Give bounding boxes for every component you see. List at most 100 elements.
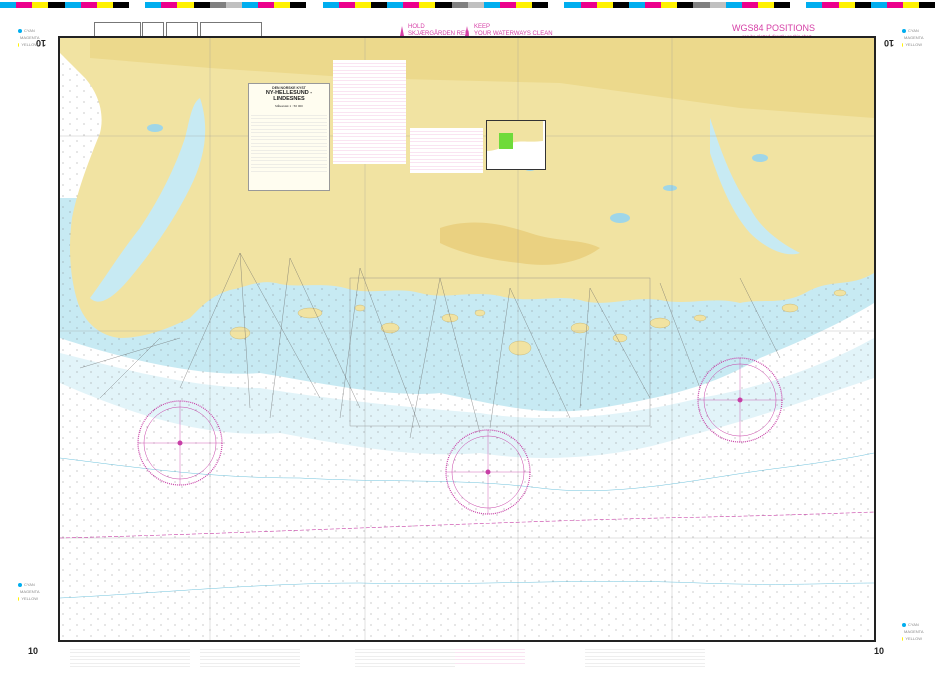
color-swatch [241, 2, 258, 8]
color-swatch [532, 2, 549, 8]
color-swatch [886, 2, 903, 8]
color-key-left: CYAN MAGENTA YELLOW [18, 28, 40, 49]
color-swatch [564, 2, 581, 8]
sheet-number-bottom-right: 10 [874, 646, 885, 656]
footer-text-4 [455, 646, 525, 666]
color-swatch [822, 2, 839, 8]
color-swatch [790, 2, 807, 8]
compass-rose-east [697, 357, 783, 443]
color-swatch [387, 2, 404, 8]
color-swatch [177, 2, 194, 8]
color-swatch [306, 2, 323, 8]
color-swatch [16, 2, 33, 8]
color-swatch [225, 2, 242, 8]
color-swatch [596, 2, 613, 8]
color-swatch [193, 2, 210, 8]
color-key-left-bottom: CYAN MAGENTA YELLOW [18, 582, 40, 603]
magenta-label-lb: MAGENTA [20, 589, 40, 594]
footer-text-2 [200, 646, 300, 670]
color-swatch [806, 2, 823, 8]
color-swatch [580, 2, 597, 8]
yellow-label: YELLOW [21, 42, 38, 47]
color-swatch [435, 2, 452, 8]
color-swatch [903, 2, 920, 8]
color-swatch [467, 2, 484, 8]
color-swatch [870, 2, 887, 8]
nautical-chart[interactable]: DEN NORSKE KYST NY-HELLESUND - LINDESNES… [58, 36, 876, 642]
color-swatch [693, 2, 710, 8]
color-swatch [661, 2, 678, 8]
color-swatch [919, 2, 935, 8]
footer-text-3 [355, 646, 455, 670]
color-swatch [96, 2, 113, 8]
color-swatch [516, 2, 533, 8]
cyan-label-rb: CYAN [908, 622, 919, 627]
color-swatch [741, 2, 758, 8]
color-swatch [258, 2, 275, 8]
color-swatch [32, 2, 49, 8]
lake [147, 124, 163, 132]
notes-block-2 [410, 128, 483, 173]
color-swatch [290, 2, 307, 8]
color-key-right-bottom: CYAN MAGENTA YELLOW [902, 622, 924, 643]
color-swatch [80, 2, 97, 8]
magenta-label-rb: MAGENTA [904, 629, 924, 634]
magenta-label: MAGENTA [20, 35, 40, 40]
lake [610, 213, 630, 223]
color-calibration-bar [0, 0, 935, 10]
color-swatch [451, 2, 468, 8]
color-swatch [322, 2, 339, 8]
lake [663, 185, 677, 191]
color-swatch [64, 2, 81, 8]
color-swatch [709, 2, 726, 8]
color-swatch [403, 2, 420, 8]
cyan-swatch [18, 28, 22, 33]
color-swatch [129, 2, 146, 8]
inset-map[interactable] [486, 120, 546, 170]
color-swatch [628, 2, 645, 8]
color-swatch [548, 2, 565, 8]
compass-rose-center [445, 429, 531, 515]
color-swatch [48, 2, 65, 8]
wgs-title: WGS84 POSITIONS [732, 23, 816, 33]
color-swatch [112, 2, 129, 8]
color-swatch [774, 2, 791, 8]
title-block: DEN NORSKE KYST NY-HELLESUND - LINDESNES… [248, 83, 330, 191]
chart-title: NY-HELLESUND - LINDESNES [265, 90, 313, 102]
color-swatch [838, 2, 855, 8]
footer-text-5 [585, 646, 705, 670]
color-swatch [483, 2, 500, 8]
color-swatch [725, 2, 742, 8]
color-swatch [209, 2, 226, 8]
color-swatch [612, 2, 629, 8]
notes-block [333, 60, 406, 164]
cyan-label-r: CYAN [908, 28, 919, 33]
title-block-text [251, 112, 327, 172]
cyan-label-lb: CYAN [24, 582, 35, 587]
footer-text-1 [70, 646, 190, 670]
color-swatch [419, 2, 436, 8]
color-swatch [145, 2, 162, 8]
magenta-label-r: MAGENTA [904, 35, 924, 40]
chart-scale: Målestokk 1 : 50 000 [275, 104, 303, 108]
yellow-label-r: YELLOW [905, 42, 922, 47]
color-swatch [370, 2, 387, 8]
color-key-right: CYAN MAGENTA YELLOW [902, 28, 924, 49]
cyan-label: CYAN [24, 28, 35, 33]
yellow-label-lb: YELLOW [21, 596, 38, 601]
sheet-number-top-right: 10 [884, 38, 895, 48]
color-swatch [338, 2, 355, 8]
yellow-label-rb: YELLOW [905, 636, 922, 641]
sheet-number-bottom-left: 10 [28, 646, 39, 656]
color-swatch [161, 2, 178, 8]
lake [752, 154, 768, 162]
color-swatch [499, 2, 516, 8]
yellow-swatch [18, 42, 20, 47]
compass-rose-west [137, 400, 223, 486]
color-swatch [677, 2, 694, 8]
color-swatch [854, 2, 871, 8]
color-swatch [0, 2, 17, 8]
color-swatch [645, 2, 662, 8]
color-swatch [757, 2, 774, 8]
color-swatch [354, 2, 371, 8]
